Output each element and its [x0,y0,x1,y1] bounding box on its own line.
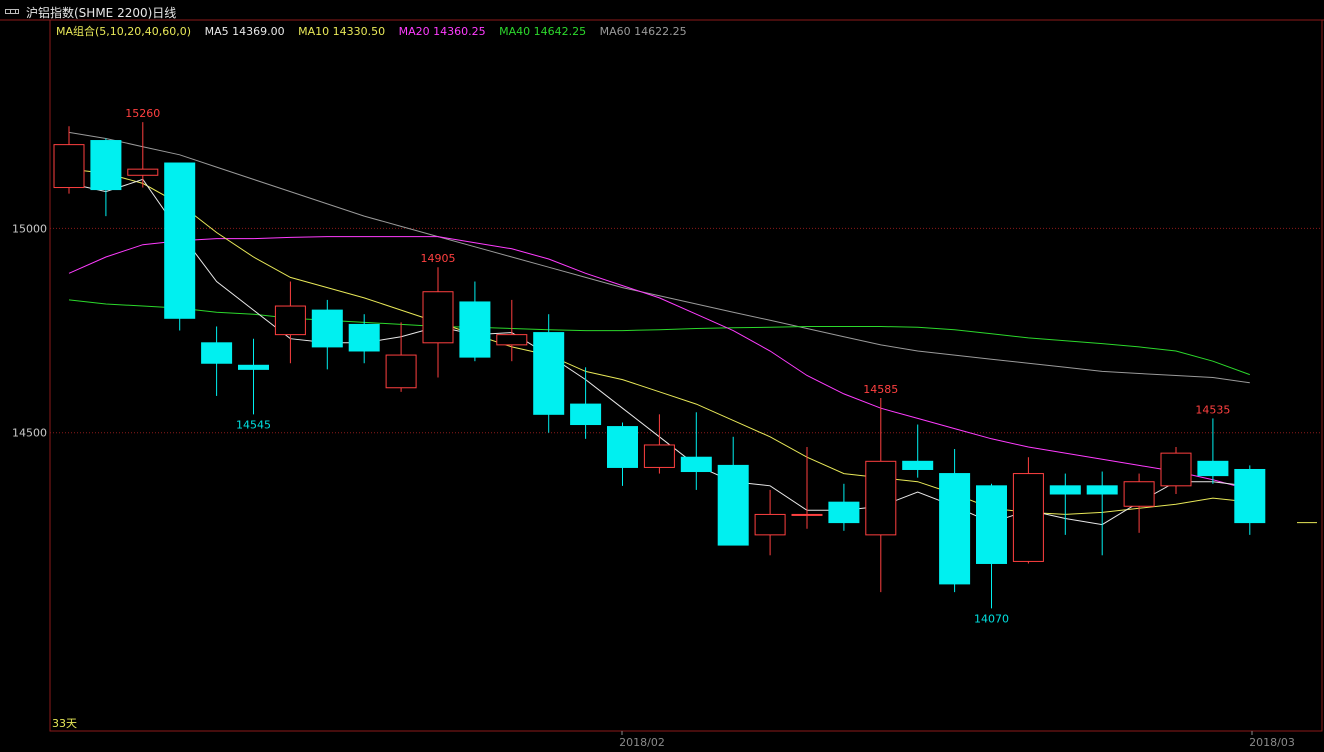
price-annotation: 14585 [863,383,898,396]
candle-body-up [754,513,786,536]
candle-body-up [643,444,675,468]
candle-body-down [570,403,602,426]
ma-legend: MA组合(5,10,20,40,60,0) MA5 14369.00 MA10 … [56,23,697,39]
candle-body-down [1197,460,1229,477]
ma-line-ma60 [68,131,1250,384]
candle-body-down [238,364,269,370]
y-tick-label: 14500 [12,427,47,440]
price-annotation: 15260 [125,107,160,120]
candle-body-up [53,144,85,189]
candle-body-down [1049,485,1081,495]
price-annotation: 14545 [236,418,271,431]
candle-body-down [902,460,934,470]
candle-body-up [422,291,454,344]
plot-frame [49,19,1323,732]
candle-body-up [865,460,897,536]
candle-body-down [1086,485,1118,495]
candle-body-down [90,140,122,191]
x-tick-label: 2018/03 [1249,736,1295,749]
candle-body-up [791,513,823,516]
candle-body-down [607,426,638,468]
legend-ma-group[interactable]: MA组合(5,10,20,40,60,0) [56,25,191,38]
price-annotation: 14535 [1195,403,1230,416]
candle-body-down [1234,468,1266,524]
candle-body-up [274,305,306,336]
y-tick-label: 15000 [12,222,47,235]
candle-body-down [717,464,749,546]
candle-body-down [164,162,196,319]
candle-body-down [201,342,233,364]
legend-ma5[interactable]: MA5 14369.00 [205,25,285,38]
candle-body-down [976,485,1007,564]
legend-ma10[interactable]: MA10 14330.50 [298,25,385,38]
candle-body-down [311,309,343,348]
price-annotation: 14905 [421,252,456,265]
candle-body-down [533,332,565,415]
candle-body-down [348,323,380,352]
legend-ma40[interactable]: MA40 14642.25 [499,25,586,38]
price-annotation: 14070 [974,612,1009,625]
legend-ma60[interactable]: MA60 14622.25 [600,25,687,38]
candle-body-down [939,473,971,585]
candle-body-up [127,168,159,176]
candle-body-up [1012,473,1044,562]
title-bar: 沪铝指数(SHME 2200)日线 [0,0,1324,22]
window-toggle-icon[interactable] [5,9,19,14]
candle-body-up [1123,481,1155,507]
candle-body-up [496,334,528,346]
ma-line-ma40 [68,299,1250,376]
x-tick-label: 2018/02 [619,736,665,749]
chart-title: 沪铝指数(SHME 2200)日线 [26,6,177,20]
candle-body-down [680,456,712,473]
candlestick-chart: 15000 14500 2018/02 2018/03 15260 14545 14905 1… [0,19,1324,749]
candle-body-down [828,501,860,524]
candle-body-up [385,354,417,389]
candle-body-down [459,301,491,358]
days-count-label: 33天 [52,717,77,730]
legend-ma20[interactable]: MA20 14360.25 [399,25,486,38]
candle-body-up [1160,452,1192,487]
